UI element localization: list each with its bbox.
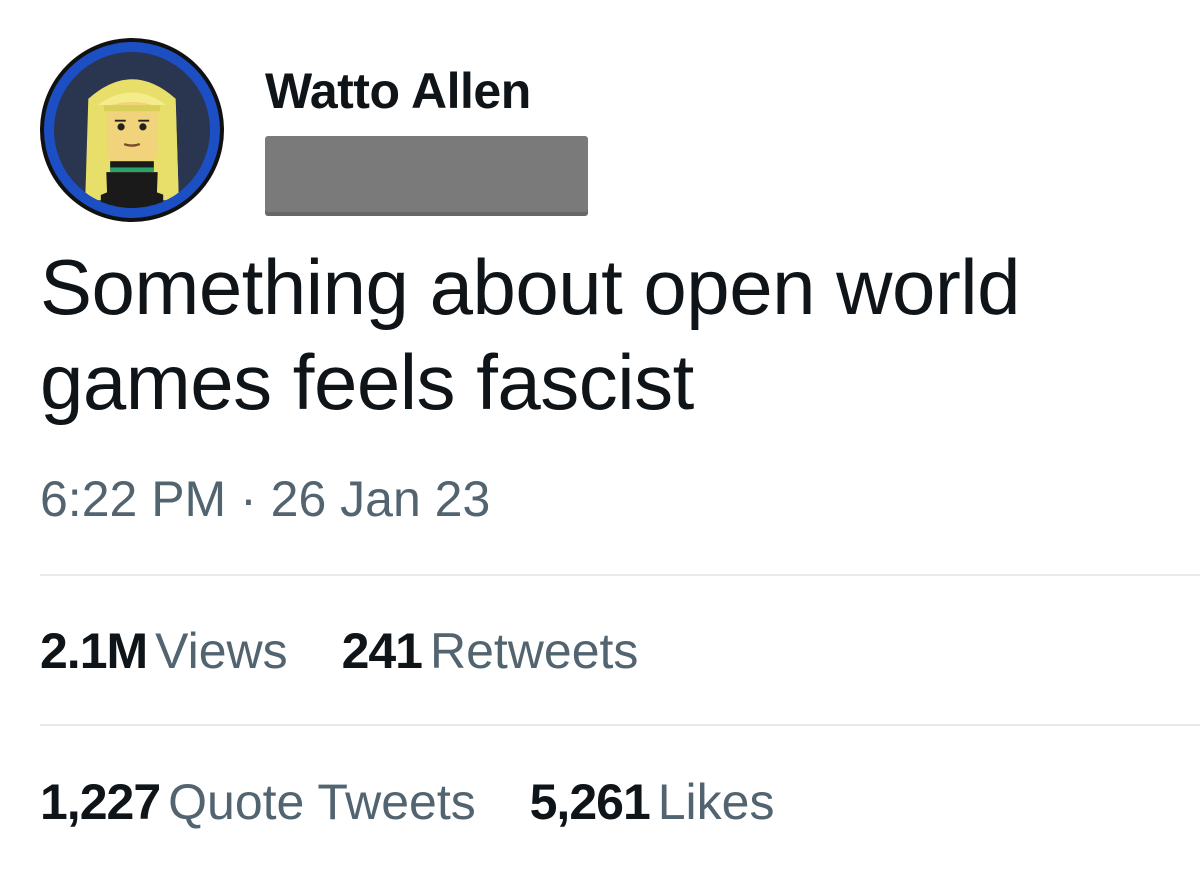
divider [40,724,1200,726]
views-stat: 2.1M Views [40,622,288,680]
likes-label: Likes [657,774,775,830]
tweet-text: Something about open world games feels f… [40,240,1170,430]
retweets-count: 241 [341,623,423,679]
tweet-card: Watto Allen Something about open world g… [0,0,1200,872]
tweet-text-line-2: games feels fascist [40,338,694,426]
retweets-stat[interactable]: 241 Retweets [342,622,639,680]
quote-tweets-count: 1,227 [40,774,161,830]
likes-count: 5,261 [529,774,651,830]
tweet-text-line-1: Something about open world [40,243,1021,331]
divider [40,574,1200,576]
views-count: 2.1M [40,623,148,679]
quote-tweets-label: Quote Tweets [168,774,476,830]
lego-minifigure-avatar-icon [54,52,210,208]
avatar-ring [44,42,220,218]
stats-row-views-retweets: 2.1M Views 241 Retweets [40,622,678,680]
quote-tweets-stat[interactable]: 1,227 Quote Tweets [40,773,476,831]
redacted-handle-box [265,136,588,216]
tweet-timestamp[interactable]: 6:22 PM · 26 Jan 23 [40,470,490,528]
author-avatar[interactable] [40,38,224,222]
likes-stat[interactable]: 5,261 Likes [530,773,775,831]
retweets-label: Retweets [430,623,639,679]
stats-row-quotes-likes: 1,227 Quote Tweets 5,261 Likes [40,773,814,831]
author-display-name[interactable]: Watto Allen [265,62,531,120]
views-label: Views [155,623,288,679]
